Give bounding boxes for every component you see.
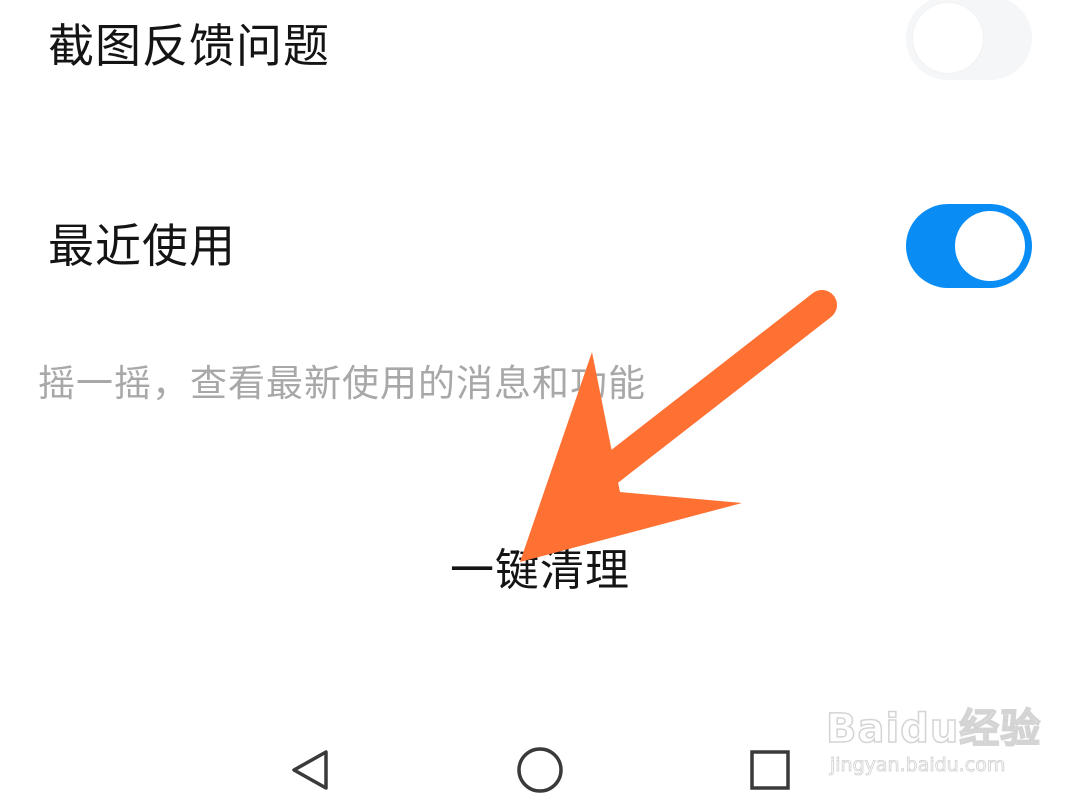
- square-recents-icon: [750, 750, 790, 790]
- watermark-url: jingyan.baidu.com: [830, 754, 1006, 777]
- toggle-knob: [955, 211, 1025, 281]
- screenshot-feedback-title: 截图反馈问题: [48, 19, 330, 73]
- recent-use-description: 摇一摇，查看最新使用的消息和功能: [38, 362, 646, 405]
- nav-back-button[interactable]: [280, 742, 340, 798]
- recent-use-title: 最近使用: [48, 219, 236, 273]
- nav-home-button[interactable]: [510, 742, 570, 798]
- baidu-jingyan-watermark: Baidu经验 jingyan.baidu.com: [825, 690, 1041, 790]
- recent-use-toggle[interactable]: [906, 204, 1032, 288]
- one-click-clean-button[interactable]: 一键清理: [380, 536, 700, 606]
- watermark-logo: Baidu经验: [825, 705, 1042, 753]
- screenshot-feedback-toggle[interactable]: [906, 0, 1032, 80]
- nav-recents-button[interactable]: [740, 742, 800, 798]
- circle-home-icon: [517, 747, 563, 793]
- triangle-back-icon: [292, 750, 328, 790]
- toggle-knob: [913, 3, 983, 73]
